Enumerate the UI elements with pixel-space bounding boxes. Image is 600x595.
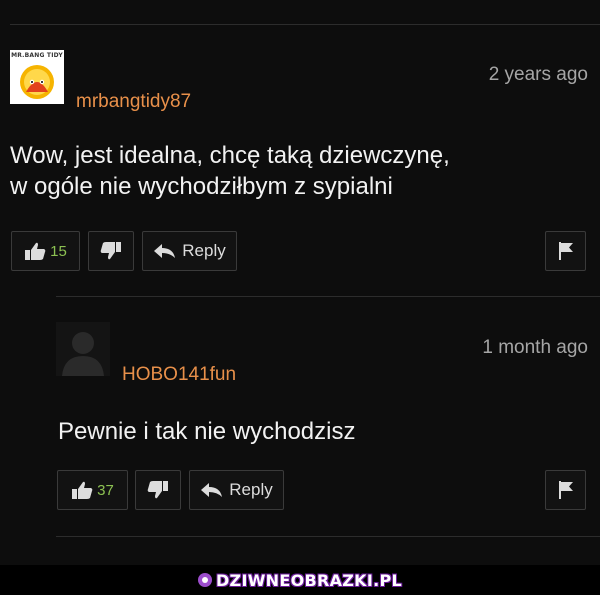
timestamp: 1 month ago bbox=[482, 337, 588, 358]
flag-icon bbox=[558, 242, 573, 260]
reply-button[interactable]: Reply bbox=[189, 470, 284, 510]
avatar-character-icon bbox=[20, 65, 54, 99]
reply-label: Reply bbox=[229, 480, 273, 499]
watermark-bar: DZIWNEOBRAZKI.PL bbox=[0, 565, 600, 595]
upvote-button[interactable]: 37 bbox=[57, 470, 128, 510]
comment-text: Pewnie i tak nie wychodzisz bbox=[58, 416, 355, 447]
username[interactable]: HOBO141fun bbox=[122, 364, 236, 386]
thumbs-down-icon bbox=[100, 242, 121, 260]
thumbs-up-icon bbox=[25, 242, 46, 260]
reply-arrow-icon bbox=[201, 483, 223, 497]
flag-icon bbox=[558, 481, 573, 499]
thumbs-down-icon bbox=[147, 481, 168, 499]
downvote-button[interactable] bbox=[135, 470, 181, 510]
thumbs-up-icon bbox=[72, 481, 93, 499]
flag-button[interactable] bbox=[545, 231, 586, 271]
watermark-logo-icon bbox=[197, 573, 212, 587]
username[interactable]: mrbangtidy87 bbox=[76, 91, 191, 113]
comment-text-line: w ogóle nie wychodziłbym z sypialni bbox=[10, 173, 393, 200]
avatar[interactable]: MR.BANG TIDY bbox=[10, 50, 64, 104]
upvote-count: 37 bbox=[97, 481, 114, 499]
watermark-text: DZIWNEOBRAZKI.PL bbox=[215, 570, 403, 590]
reply-button[interactable]: Reply bbox=[142, 231, 237, 271]
avatar-default[interactable] bbox=[56, 322, 110, 376]
comment-text-line: Wow, jest idealna, chcę taką dziewczynę, bbox=[10, 142, 450, 169]
downvote-button[interactable] bbox=[88, 231, 134, 271]
comment-section: MR.BANG TIDY mrbangtidy87 2 years ago Wo… bbox=[0, 0, 600, 565]
comment-text: Wow, jest idealna, chcę taką dziewczynę,… bbox=[10, 140, 450, 202]
reply-arrow-icon bbox=[154, 244, 176, 258]
reply-divider bbox=[56, 296, 600, 297]
upvote-count: 15 bbox=[50, 242, 67, 260]
avatar-caption: MR.BANG TIDY bbox=[11, 52, 63, 59]
flag-button[interactable] bbox=[545, 470, 586, 510]
comment-text-line: Pewnie i tak nie wychodzisz bbox=[58, 418, 356, 445]
top-divider bbox=[10, 24, 600, 25]
timestamp: 2 years ago bbox=[488, 64, 588, 85]
bottom-divider bbox=[56, 536, 600, 537]
upvote-button[interactable]: 15 bbox=[11, 231, 80, 271]
default-user-icon bbox=[62, 332, 104, 376]
reply-label: Reply bbox=[182, 241, 226, 260]
